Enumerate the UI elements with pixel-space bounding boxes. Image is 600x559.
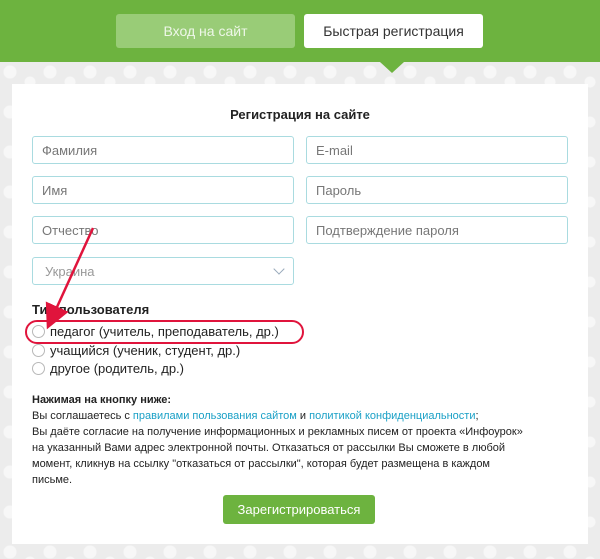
annotation-arrow-icon — [45, 227, 95, 330]
